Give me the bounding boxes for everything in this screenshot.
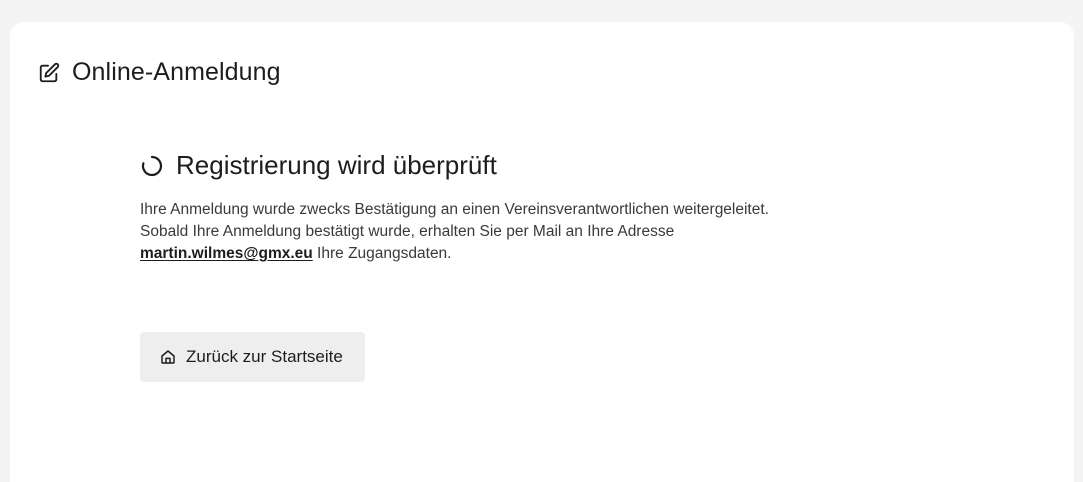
status-message-line-2: Sobald Ihre Anmeldung bestätigt wurde, e…	[140, 223, 675, 240]
edit-icon	[38, 62, 60, 84]
status-block: Registrierung wird überprüft Ihre Anmeld…	[140, 150, 1000, 265]
back-to-home-label: Zurück zur Startseite	[186, 347, 343, 366]
status-message-line-1: Ihre Anmeldung wurde zwecks Bestätigung …	[140, 201, 769, 218]
home-icon	[160, 349, 176, 365]
card-header: Online-Anmeldung	[38, 58, 281, 87]
spinner-icon	[140, 154, 164, 178]
registration-card: Online-Anmeldung Registrierung wird über…	[10, 22, 1074, 482]
status-message-suffix: Ihre Zugangsdaten.	[312, 245, 452, 262]
status-message-line-3: martin.wilmes@gmx.eu Ihre Zugangsdaten.	[140, 243, 1000, 265]
back-to-home-button[interactable]: Zurück zur Startseite	[140, 332, 365, 382]
status-heading: Registrierung wird überprüft	[140, 150, 1000, 181]
status-message: Ihre Anmeldung wurde zwecks Bestätigung …	[140, 199, 1000, 265]
email-link[interactable]: martin.wilmes@gmx.eu	[140, 245, 313, 262]
status-title: Registrierung wird überprüft	[176, 150, 497, 180]
page-title: Online-Anmeldung	[72, 58, 281, 86]
